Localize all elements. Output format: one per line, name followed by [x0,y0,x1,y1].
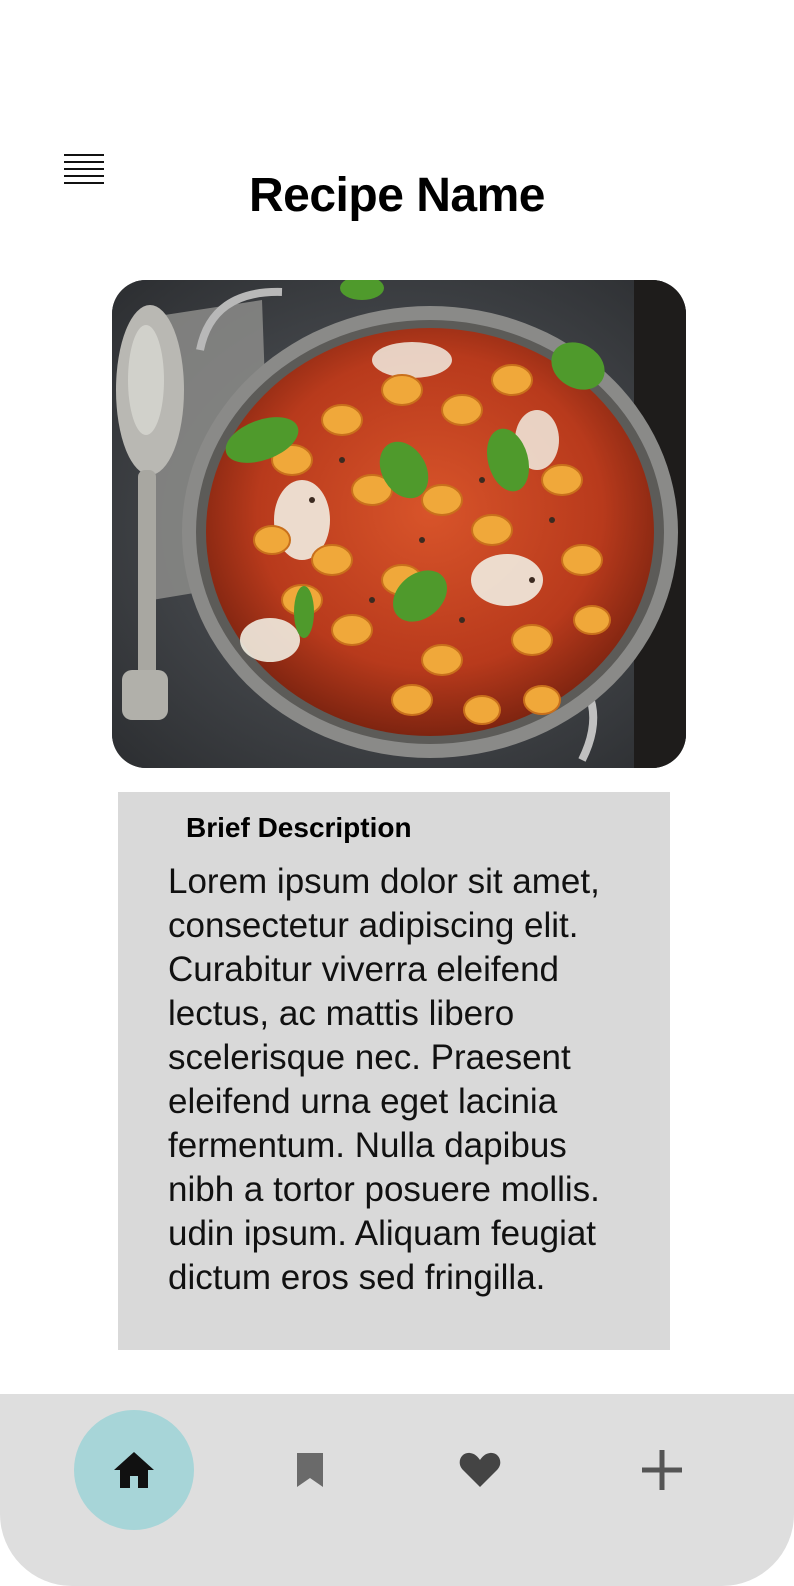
description-card: Brief Description Lorem ipsum dolor sit … [118,792,670,1350]
description-body: Lorem ipsum dolor sit amet, consectetur … [168,862,600,1297]
plus-icon [642,1450,682,1490]
page-title: Recipe Name [249,169,545,222]
nav-favorites-button[interactable] [420,1410,540,1530]
recipe-image [112,280,686,768]
nav-add-button[interactable] [602,1410,722,1530]
nav-home-button[interactable] [74,1410,194,1530]
home-icon [114,1452,154,1488]
heart-icon [459,1452,501,1487]
nav-bookmark-button[interactable] [250,1410,370,1530]
bookmark-icon [297,1453,323,1487]
description-title: Brief Description [186,812,412,843]
bottom-nav [0,1394,794,1586]
